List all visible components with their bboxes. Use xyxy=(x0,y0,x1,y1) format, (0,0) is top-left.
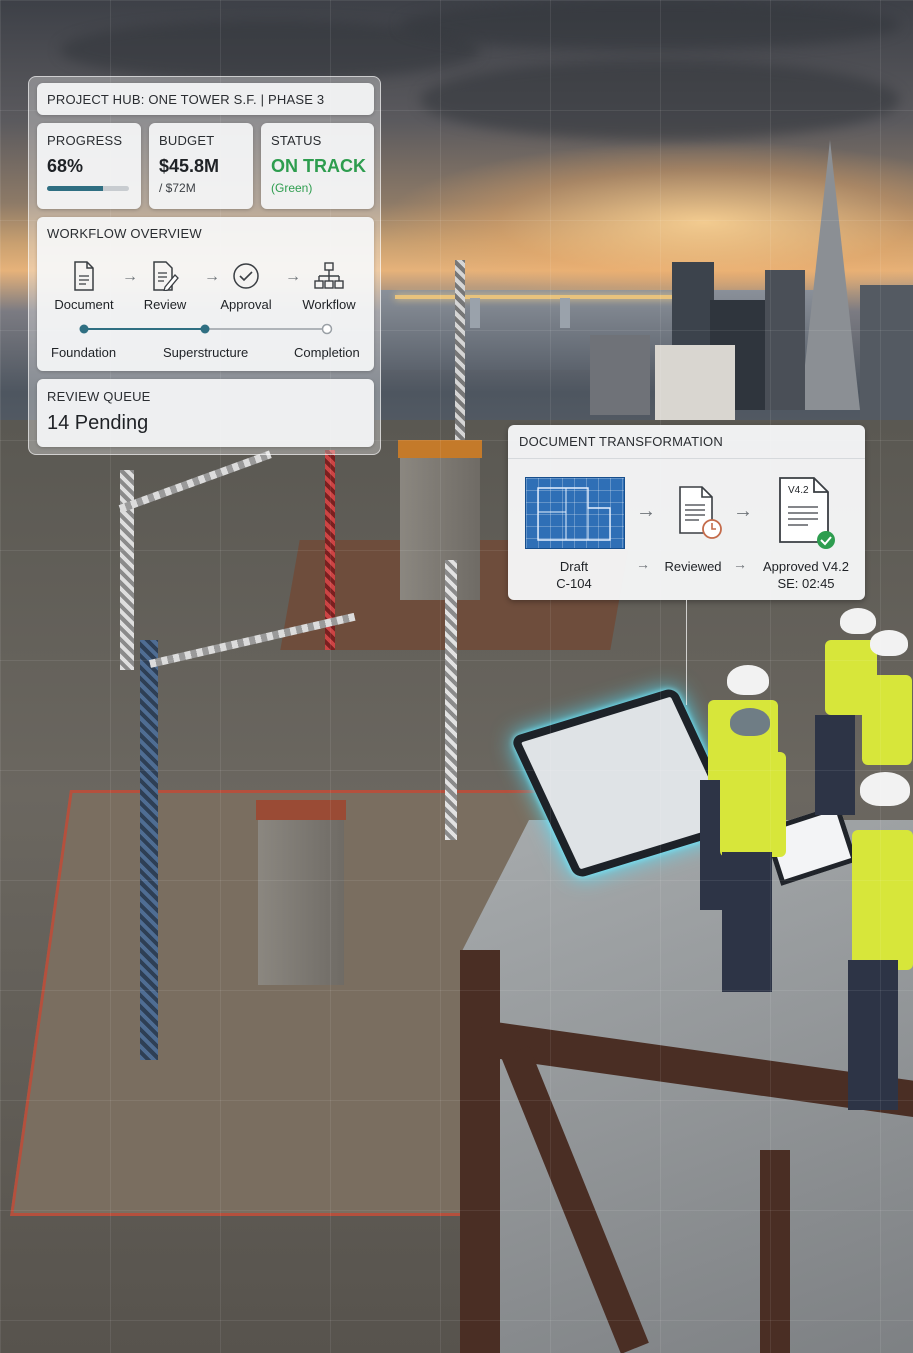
workflow-step-label: Review xyxy=(143,297,187,312)
version-badge: V4.2 xyxy=(788,485,809,496)
budget-card[interactable]: BUDGET $45.8M / $72M xyxy=(149,123,253,209)
workflow-step-document[interactable]: Document xyxy=(49,261,119,312)
status-note: (Green) xyxy=(271,181,313,195)
workflow-step-review[interactable]: Review xyxy=(130,261,200,312)
org-chart-icon xyxy=(314,262,344,289)
reviewed-document-icon[interactable] xyxy=(678,485,724,546)
formwork xyxy=(256,800,346,820)
arrow-right-icon: → xyxy=(636,556,650,572)
workflow-step-label: Document xyxy=(54,297,114,312)
approved-meta: SE: 02:45 xyxy=(777,576,835,591)
workflow-heading: WORKFLOW OVERVIEW xyxy=(47,226,202,241)
steel-column xyxy=(760,1150,790,1353)
budget-total: / $72M xyxy=(159,181,196,195)
workflow-step-workflow[interactable]: Workflow xyxy=(294,261,364,312)
blueprint-plan-icon xyxy=(537,487,611,541)
workflow-overview-card: WORKFLOW OVERVIEW Document → Review → Ap… xyxy=(37,217,374,371)
reviewed-label: Reviewed xyxy=(664,559,722,574)
approved-label: Approved V4.2 xyxy=(762,559,849,574)
progress-bar-fill xyxy=(47,186,103,191)
bridge-tower xyxy=(560,298,570,328)
progress-bar xyxy=(47,186,129,191)
skyscraper xyxy=(655,345,735,420)
blueprint-thumbnail[interactable] xyxy=(525,477,625,549)
workflow-step-label: Approval xyxy=(220,297,272,312)
document-transformation-panel: DOCUMENT TRANSFORMATION → → V4.2 Draft C… xyxy=(508,425,865,600)
document-icon xyxy=(74,261,94,291)
check-circle-icon xyxy=(233,263,259,289)
formwork xyxy=(398,440,482,458)
review-edit-icon xyxy=(153,261,179,291)
tower-crane xyxy=(140,640,158,1060)
skyscraper xyxy=(765,270,805,410)
workflow-step-label: Workflow xyxy=(302,297,356,312)
divider xyxy=(508,458,865,459)
phase-dot-foundation xyxy=(79,324,89,334)
bridge-tower xyxy=(470,298,480,328)
phase-completion[interactable]: Completion xyxy=(294,345,360,360)
arrow-right-icon: → xyxy=(733,556,747,572)
progress-label: PROGRESS xyxy=(47,133,123,148)
construction-scene: PROJECT HUB: ONE TOWER S.F. | PHASE 3 PR… xyxy=(0,0,913,1353)
arrow-right-icon: → xyxy=(733,500,753,522)
budget-value: $45.8M xyxy=(159,156,220,176)
review-queue-value: 14 Pending xyxy=(47,412,149,434)
cloud xyxy=(420,60,900,140)
concrete-core xyxy=(258,800,344,985)
hub-title-bar: PROJECT HUB: ONE TOWER S.F. | PHASE 3 xyxy=(37,83,374,115)
tower-crane xyxy=(445,560,457,840)
review-queue-label: REVIEW QUEUE xyxy=(47,389,151,404)
phase-foundation[interactable]: Foundation xyxy=(51,345,116,360)
status-card[interactable]: STATUS ON TRACK (Green) xyxy=(261,123,374,209)
doc-transform-heading: DOCUMENT TRANSFORMATION xyxy=(519,434,723,449)
phase-superstructure[interactable]: Superstructure xyxy=(163,345,248,360)
draft-label: Draft xyxy=(559,559,589,574)
review-queue-card[interactable]: REVIEW QUEUE 14 Pending xyxy=(37,379,374,447)
status-value: ON TRACK xyxy=(271,156,366,176)
callout-line xyxy=(686,600,687,705)
skyscraper xyxy=(860,285,913,425)
skyscraper xyxy=(590,335,650,415)
progress-value: 68% xyxy=(47,156,84,176)
status-label: STATUS xyxy=(271,133,322,148)
workflow-step-approval[interactable]: Approval xyxy=(211,261,281,312)
cloud xyxy=(400,0,900,50)
tower-crane xyxy=(455,260,465,440)
arrow-right-icon: → xyxy=(636,500,656,522)
bay-bridge xyxy=(395,295,690,299)
pyramid-tower xyxy=(800,140,860,410)
phase-timeline xyxy=(79,323,333,335)
project-hub-panel: PROJECT HUB: ONE TOWER S.F. | PHASE 3 PR… xyxy=(28,76,381,455)
progress-card[interactable]: PROGRESS 68% xyxy=(37,123,141,209)
steel-column xyxy=(460,950,500,1353)
draft-code: C-104 xyxy=(556,576,592,591)
phase-dot-completion xyxy=(321,323,333,335)
hub-title: PROJECT HUB: ONE TOWER S.F. | PHASE 3 xyxy=(47,92,325,107)
concrete-core-tower xyxy=(400,440,480,600)
budget-label: BUDGET xyxy=(159,133,215,148)
phase-dot-superstructure xyxy=(200,324,210,334)
approved-document-icon[interactable]: V4.2 xyxy=(776,475,836,555)
